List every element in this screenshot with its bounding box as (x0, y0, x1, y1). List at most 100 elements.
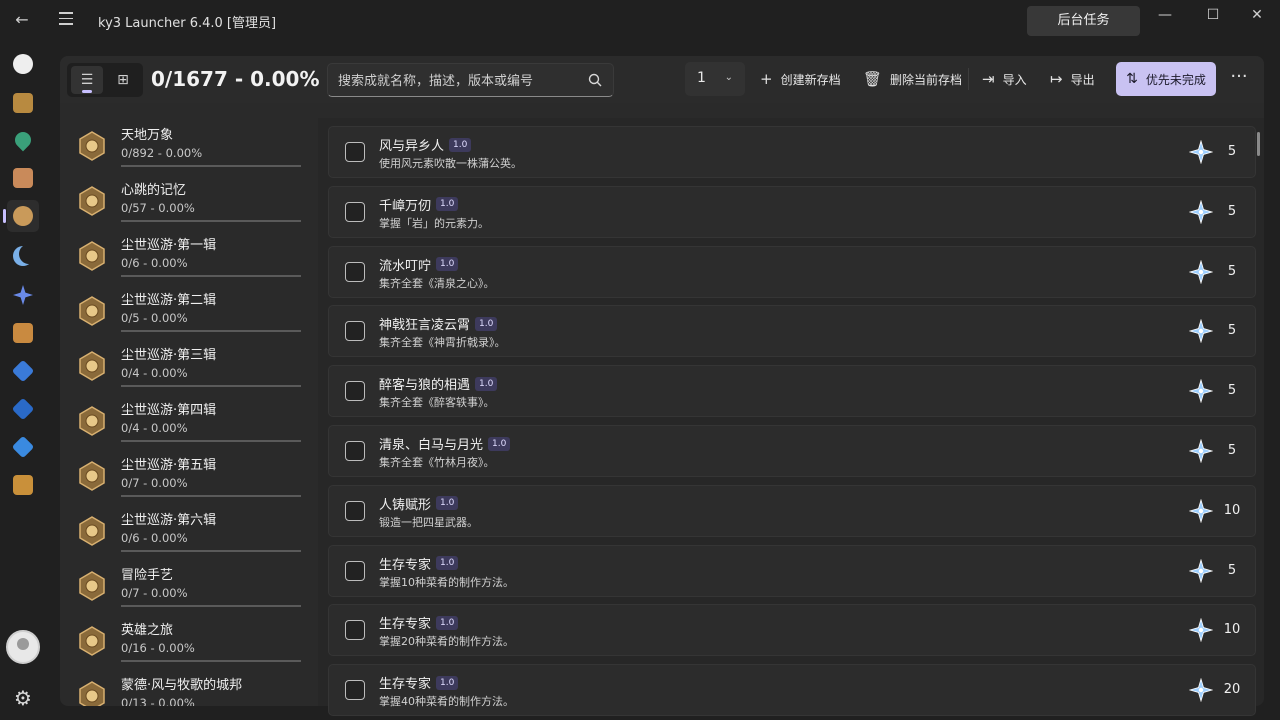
settings-gear-icon[interactable]: ⚙ (11, 686, 35, 710)
achievement-title: 千嶂万仞 (379, 198, 432, 214)
nav-cultivation[interactable] (7, 469, 39, 501)
achievement-checkbox[interactable] (345, 680, 365, 701)
grid-view-icon[interactable]: ⊞ (107, 66, 139, 94)
category-item[interactable]: 心跳的记忆 0/57 - 0.00% (60, 173, 318, 228)
category-item[interactable]: 英雄之旅 0/16 - 0.00% (60, 613, 318, 668)
category-progress-bar (121, 495, 301, 497)
achievement-title-line: 清泉、白马与月光 1.0 (379, 434, 511, 453)
achievement-emblem-icon (76, 295, 108, 327)
achievement-emblem-icon (76, 185, 108, 217)
title-bar: ← ky3 Launcher 6.4.0 [管理员] 后台任务 — ☐ ✕ (0, 0, 1280, 40)
achievement-checkbox[interactable] (345, 261, 365, 282)
star-icon (13, 285, 33, 305)
nav-daily-note[interactable] (7, 240, 39, 272)
nav-announcements[interactable] (7, 87, 39, 119)
import-icon: ⇥ (982, 70, 995, 88)
delete-save-button[interactable]: 🗑 删除当前存档 (863, 62, 962, 96)
achievement-description: 集齐全套《神霄折戟录》。 (379, 336, 506, 350)
close-icon[interactable]: ✕ (1234, 0, 1280, 30)
achievement-title: 风与异乡人 (379, 139, 445, 154)
reward-amount: 10 (1223, 622, 1241, 638)
nav-achievements[interactable] (3, 200, 39, 232)
export-button[interactable]: ↦ 导出 (1050, 62, 1095, 96)
category-item[interactable]: 冒险手艺 0/7 - 0.00% (60, 558, 318, 613)
achievement-row: 千嶂万仞 1.0 掌握「岩」的元素力。 5 (328, 185, 1256, 238)
category-name: 心跳的记忆 (121, 183, 187, 198)
reward-amount: 5 (1227, 144, 1237, 159)
achievement-checkbox[interactable] (345, 142, 365, 162)
search-box[interactable] (327, 63, 614, 97)
achievement-emblem-icon (76, 680, 108, 706)
more-options-icon[interactable]: ··· (1226, 66, 1252, 92)
nav-wish[interactable] (7, 162, 39, 194)
achievement-title: 生存专家 (379, 677, 432, 693)
nav-wiki-monsters[interactable] (7, 431, 39, 463)
primogem-icon (1188, 139, 1214, 165)
category-item[interactable]: 天地万象 0/892 - 0.00% (60, 118, 318, 173)
category-name: 冒险手艺 (121, 568, 174, 583)
back-arrow-icon[interactable]: ← (10, 8, 34, 32)
achievement-title: 神戟狂言凌云霄 (379, 318, 471, 334)
achievement-title-line: 人铸赋形 1.0 (379, 494, 459, 513)
achievement-checkbox[interactable] (345, 620, 365, 641)
user-avatar[interactable] (6, 630, 40, 664)
maximize-icon[interactable]: ☐ (1190, 0, 1236, 30)
nav-map[interactable] (7, 124, 39, 156)
category-progress-bar (121, 385, 301, 387)
category-item[interactable]: 尘世巡游·第三辑 0/4 - 0.00% (60, 338, 318, 393)
primogem-icon (1188, 199, 1214, 225)
save-slot-select[interactable]: 1 ⌄ (685, 62, 745, 96)
achievement-checkbox[interactable] (345, 441, 365, 461)
primogem-icon (1188, 617, 1214, 643)
view-toggle: ☰ ⊞ (67, 63, 143, 97)
category-progress: 0/5 - 0.00% (121, 311, 188, 325)
nav-cards[interactable] (7, 317, 39, 349)
category-item[interactable]: 蒙德·风与牧歌的城邦 0/13 - 0.00% (60, 668, 318, 706)
card-icon (13, 323, 33, 343)
category-name: 英雄之旅 (121, 623, 174, 638)
achievement-emblem-icon (76, 460, 108, 492)
achievement-checkbox[interactable] (345, 560, 365, 581)
prioritize-incomplete-label: 优先未完成 (1145, 72, 1206, 87)
minimize-icon[interactable]: — (1142, 0, 1188, 30)
search-input[interactable] (338, 71, 578, 91)
list-view-icon[interactable]: ☰ (71, 66, 103, 94)
achievement-checkbox[interactable] (345, 201, 365, 222)
hamburger-menu-icon[interactable] (54, 8, 78, 32)
nav-home[interactable] (7, 48, 39, 80)
reward-amount: 20 (1223, 682, 1241, 698)
category-item[interactable]: 尘世巡游·第二辑 0/5 - 0.00% (60, 283, 318, 338)
reward-amount: 10 (1223, 502, 1241, 518)
primogem-icon (1188, 558, 1214, 584)
scrollbar[interactable] (1257, 132, 1260, 156)
primogem-icon (1188, 498, 1214, 524)
achievement-row: 神戟狂言凌云霄 1.0 集齐全套《神霄折戟录》。 5 (328, 305, 1256, 358)
plus-icon: + (760, 70, 773, 88)
nav-wiki-characters[interactable] (7, 355, 39, 387)
create-save-button[interactable]: + 创建新存档 (760, 62, 841, 96)
nav-wiki-weapons[interactable] (7, 393, 39, 425)
prioritize-incomplete-button[interactable]: ⇅ 优先未完成 (1116, 62, 1216, 96)
category-item[interactable]: 尘世巡游·第四辑 0/4 - 0.00% (60, 393, 318, 448)
achievement-description: 集齐全套《醉客轶事》。 (379, 396, 495, 410)
achievement-emblem-icon (76, 405, 108, 437)
import-button[interactable]: ⇥ 导入 (982, 62, 1027, 96)
category-item[interactable]: 尘世巡游·第六辑 0/6 - 0.00% (60, 503, 318, 558)
nav-gacha[interactable] (7, 279, 39, 311)
search-icon[interactable] (587, 72, 603, 88)
export-icon: ↦ (1050, 70, 1063, 88)
category-item[interactable]: 尘世巡游·第五辑 0/7 - 0.00% (60, 448, 318, 503)
category-progress: 0/7 - 0.00% (121, 476, 188, 490)
diamond-icon (11, 359, 35, 383)
background-tasks-button[interactable]: 后台任务 (1027, 6, 1140, 36)
achievement-checkbox[interactable] (345, 381, 365, 402)
version-badge: 1.0 (449, 137, 472, 152)
primogem-icon (1188, 318, 1214, 344)
category-name: 尘世巡游·第六辑 (121, 513, 217, 528)
achievements-panel: ☰ ⊞ 0/1677 - 0.00% 1 ⌄ + 创建新存档 🗑 删除当前存档 ⇥ 导… (60, 56, 1264, 717)
achievement-title-line: 生存专家 1.0 (379, 554, 459, 573)
achievement-checkbox[interactable] (345, 500, 365, 521)
achievement-checkbox[interactable] (345, 321, 365, 342)
achievement-title: 醉客与狼的相遇 (379, 378, 471, 394)
category-item[interactable]: 尘世巡游·第一辑 0/6 - 0.00% (60, 228, 318, 283)
